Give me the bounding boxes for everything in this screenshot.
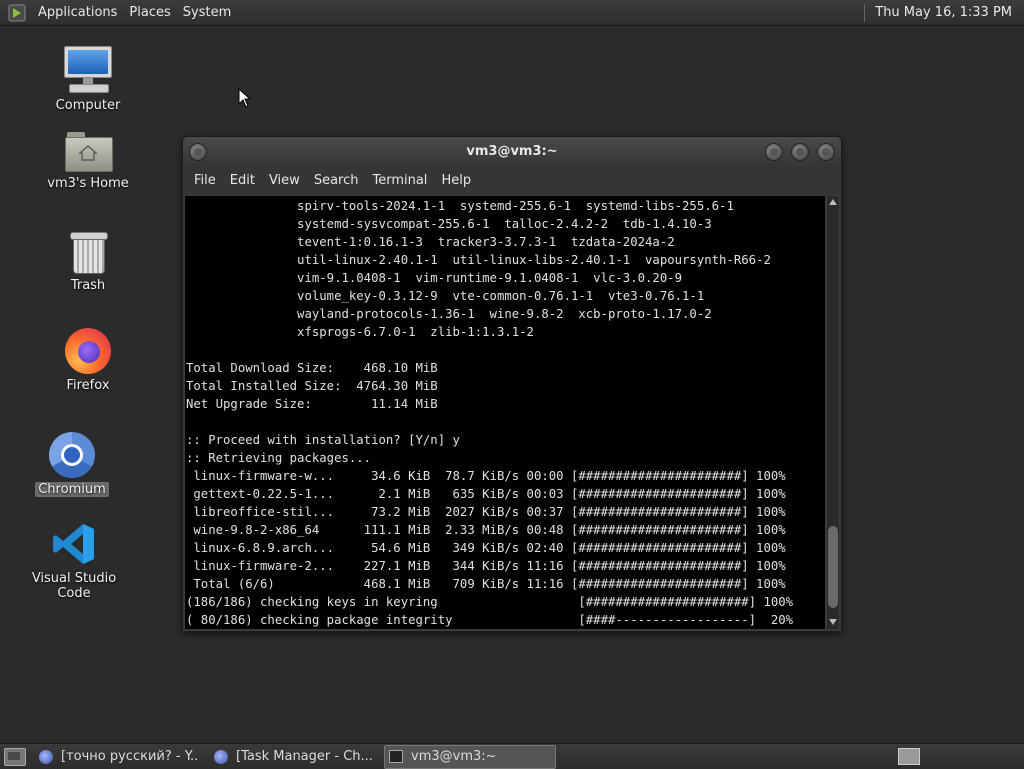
taskbar-item-browser-2[interactable]: [Task Manager - Ch... bbox=[209, 745, 381, 769]
taskbar-item-terminal[interactable]: vm3@vm3:~ bbox=[384, 744, 556, 769]
taskbar-item-browser-1[interactable]: [точно русский? - Y... bbox=[34, 745, 206, 769]
scroll-down-arrow-icon[interactable] bbox=[829, 619, 837, 625]
trash-icon bbox=[70, 230, 108, 274]
workspace-switcher[interactable] bbox=[898, 748, 920, 765]
clock[interactable]: Thu May 16, 1:33 PM bbox=[875, 5, 1024, 20]
terminal-scrollbar[interactable] bbox=[827, 196, 839, 629]
maximize-button[interactable] bbox=[791, 143, 809, 161]
minimize-button[interactable] bbox=[765, 143, 783, 161]
menu-edit[interactable]: Edit bbox=[223, 167, 262, 195]
desktop-icon-label: Chromium bbox=[35, 482, 109, 497]
distro-logo-icon[interactable] bbox=[8, 4, 26, 22]
terminal-output[interactable]: spirv-tools-2024.1-1 systemd-255.6-1 sys… bbox=[185, 196, 825, 629]
desktop-icon-label: Computer bbox=[55, 98, 121, 113]
mouse-pointer-icon bbox=[238, 88, 252, 108]
menu-terminal[interactable]: Terminal bbox=[365, 167, 434, 195]
task-label: vm3@vm3:~ bbox=[411, 749, 497, 764]
desktop-icon-label: Firefox bbox=[66, 378, 110, 393]
firefox-icon bbox=[214, 749, 228, 764]
menu-search[interactable]: Search bbox=[307, 167, 366, 195]
menu-file[interactable]: File bbox=[187, 167, 223, 195]
bottom-panel: [точно русский? - Y... [Task Manager - C… bbox=[0, 743, 1024, 769]
system-menu[interactable]: System bbox=[177, 0, 237, 25]
terminal-menubar: File Edit View Search Terminal Help bbox=[183, 167, 841, 195]
top-panel: Applications Places System Thu May 16, 1… bbox=[0, 0, 1024, 26]
desktop-icon-vscode[interactable]: Visual Studio Code bbox=[14, 521, 134, 601]
terminal-icon bbox=[389, 750, 403, 763]
desktop-icon-label: vm3's Home bbox=[47, 176, 129, 191]
window-menu-button[interactable] bbox=[189, 143, 207, 161]
scroll-up-arrow-icon[interactable] bbox=[829, 199, 837, 205]
task-label: [точно русский? - Y... bbox=[61, 749, 199, 764]
vscode-icon bbox=[51, 521, 97, 567]
home-folder-icon bbox=[65, 130, 113, 172]
applications-menu[interactable]: Applications bbox=[32, 0, 123, 25]
show-desktop-button[interactable] bbox=[4, 747, 26, 766]
desktop-icon-chromium[interactable]: Chromium bbox=[12, 432, 132, 497]
terminal-window[interactable]: vm3@vm3:~ File Edit View Search Terminal… bbox=[182, 136, 842, 632]
desktop-icon-firefox[interactable]: Firefox bbox=[28, 328, 148, 393]
chromium-icon bbox=[49, 432, 95, 478]
terminal-text: spirv-tools-2024.1-1 systemd-255.6-1 sys… bbox=[186, 199, 794, 627]
window-title: vm3@vm3:~ bbox=[466, 144, 558, 159]
close-button[interactable] bbox=[817, 143, 835, 161]
firefox-icon bbox=[65, 328, 111, 374]
menu-help[interactable]: Help bbox=[434, 167, 478, 195]
computer-icon bbox=[63, 46, 113, 94]
desktop-icon-trash[interactable]: Trash bbox=[28, 230, 148, 293]
task-label: [Task Manager - Ch... bbox=[236, 749, 373, 764]
menu-view[interactable]: View bbox=[262, 167, 307, 195]
panel-separator bbox=[864, 3, 866, 22]
terminal-titlebar[interactable]: vm3@vm3:~ bbox=[183, 137, 841, 167]
scrollbar-thumb[interactable] bbox=[828, 526, 838, 608]
places-menu[interactable]: Places bbox=[123, 0, 176, 25]
firefox-icon bbox=[39, 749, 53, 764]
desktop-icon-label: Trash bbox=[70, 278, 106, 293]
desktop-icon-label: Visual Studio Code bbox=[31, 571, 117, 601]
desktop-icon-computer[interactable]: Computer bbox=[28, 46, 148, 113]
desktop-icon-home[interactable]: vm3's Home bbox=[28, 130, 148, 191]
